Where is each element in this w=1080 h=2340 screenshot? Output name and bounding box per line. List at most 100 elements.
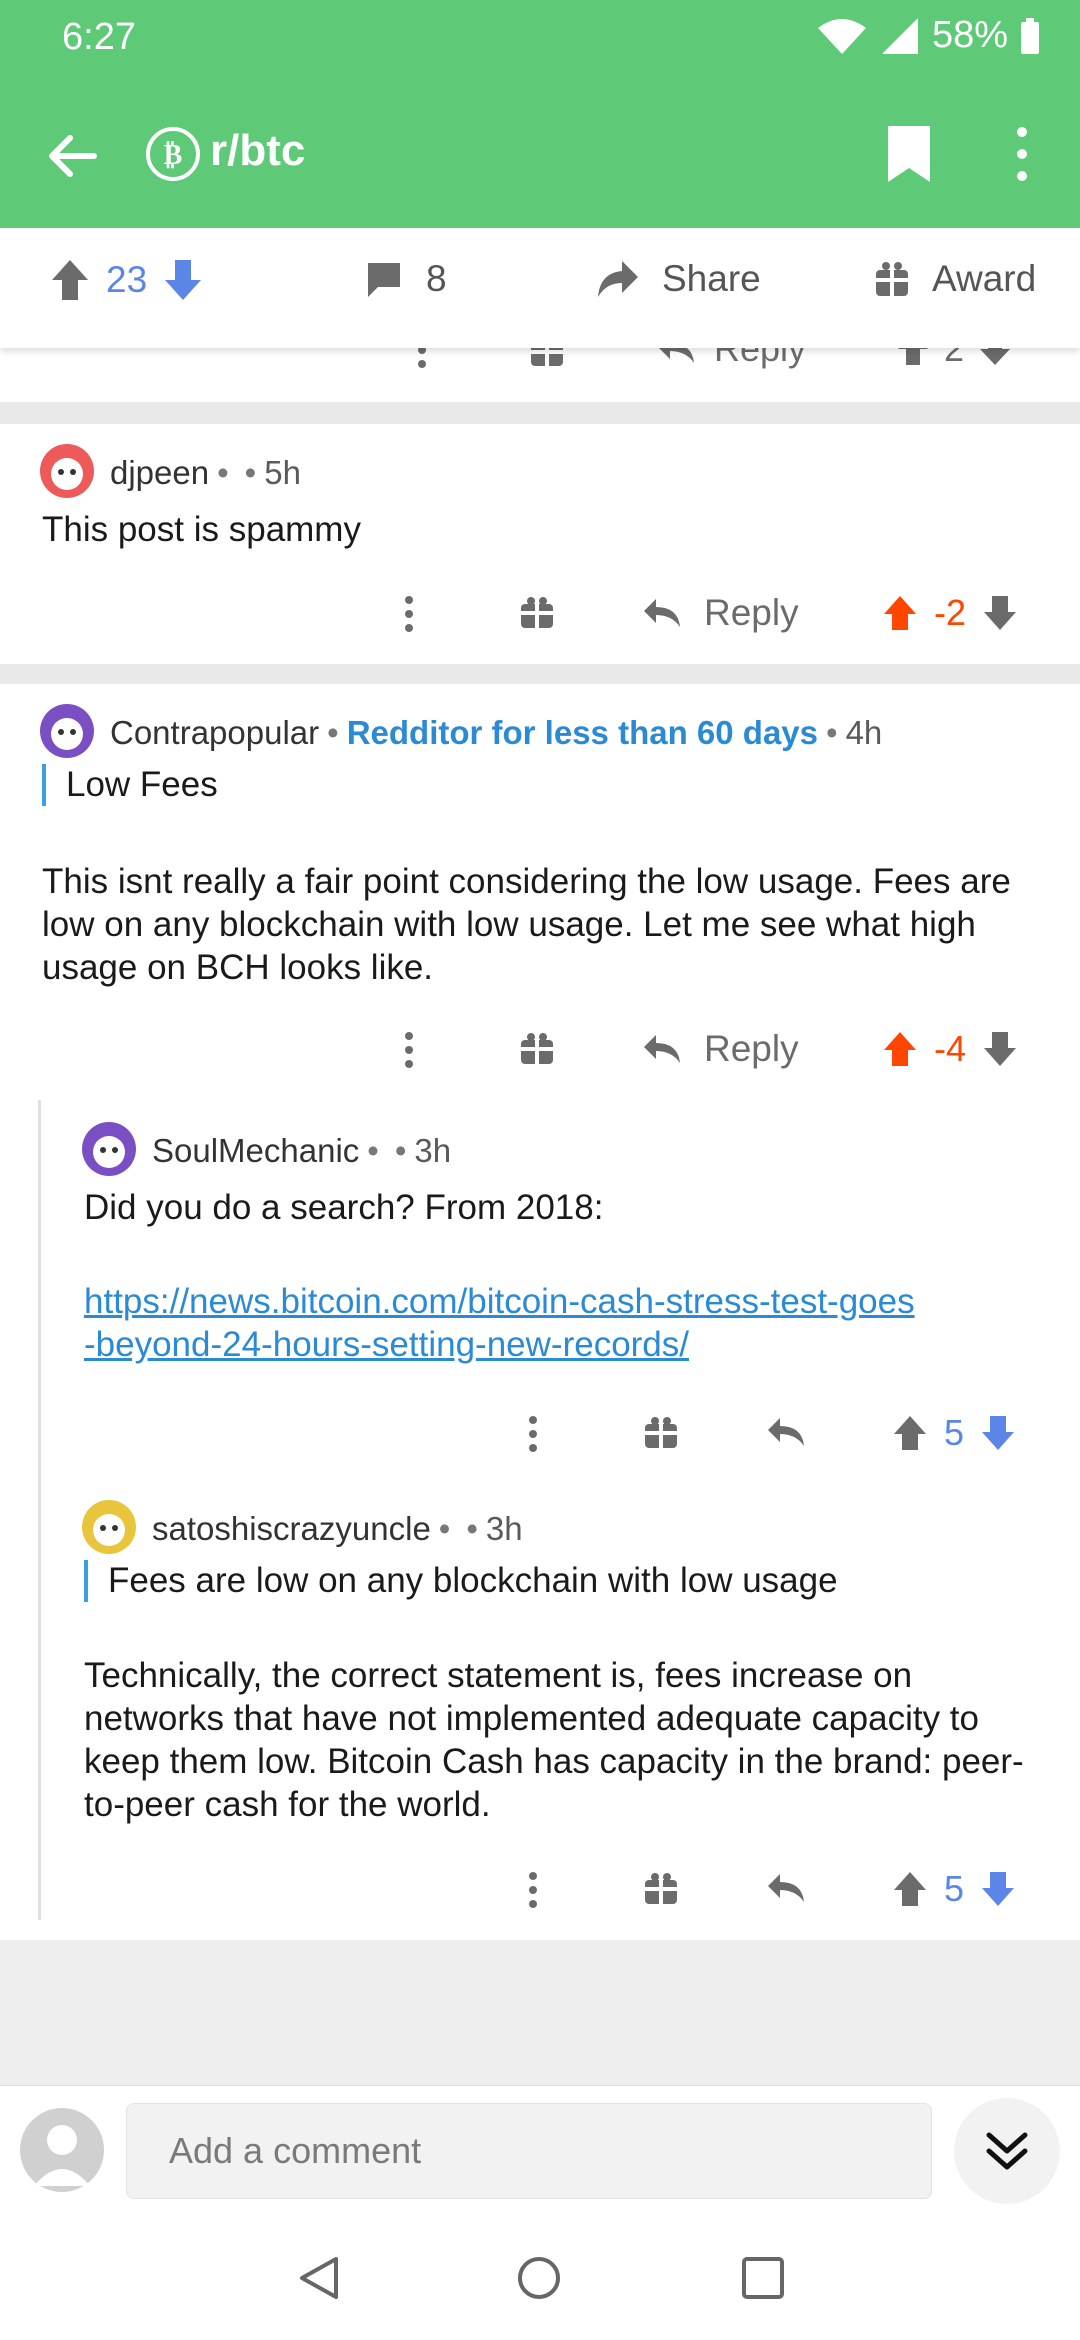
gift-icon[interactable]: [520, 1032, 554, 1066]
post-action-bar: 23 8 Share Award: [0, 228, 1080, 348]
comment: SoulMechanic • • 3h Did you do a search? …: [0, 1100, 1080, 1480]
comment-body: This isnt really a fair point considerin…: [42, 862, 1011, 987]
scroll-to-bottom-button[interactable]: [954, 2098, 1060, 2204]
battery-percent: 58%: [931, 14, 1008, 56]
divider: [0, 402, 1080, 424]
upvote-icon[interactable]: [50, 258, 90, 302]
reply-icon[interactable]: [766, 1870, 806, 1906]
reply-button[interactable]: Reply: [642, 1028, 799, 1070]
app-bar: ₿ r/btc: [0, 80, 1080, 228]
reply-button[interactable]: Reply: [642, 592, 799, 634]
comment-time: 3h: [485, 1510, 523, 1547]
award-label: Award: [932, 258, 1037, 299]
award-button[interactable]: Award: [874, 258, 1036, 300]
list-end-spacer: [0, 1940, 1080, 2085]
more-icon[interactable]: [526, 1414, 540, 1454]
vote-group: -4: [882, 1028, 1018, 1070]
comment-body: Did you do a search? From 2018:: [84, 1188, 604, 1227]
comment-score: 5: [944, 1412, 965, 1453]
downvote-icon[interactable]: [982, 594, 1018, 632]
home-nav-icon[interactable]: [516, 2255, 562, 2301]
comment-author[interactable]: djpeen: [110, 454, 209, 492]
status-bar: 6:27 58%: [0, 0, 1080, 80]
double-chevron-down-icon: [985, 2129, 1029, 2173]
reply-label: Reply: [704, 592, 799, 633]
post-vote-group: 23: [50, 258, 203, 302]
more-options-icon[interactable]: [1012, 124, 1032, 184]
reply-icon: [642, 1031, 682, 1067]
vote-group: 5: [892, 1868, 1016, 1910]
bookmark-icon[interactable]: [886, 124, 932, 184]
comment-score: -4: [934, 1028, 967, 1069]
upvote-icon[interactable]: [892, 1414, 928, 1452]
share-icon: [596, 259, 640, 299]
gift-icon[interactable]: [644, 1416, 678, 1450]
back-nav-icon[interactable]: [296, 2255, 342, 2301]
more-icon[interactable]: [402, 1030, 416, 1070]
reply-icon[interactable]: [766, 1414, 806, 1450]
comments-count-button[interactable]: 8: [364, 258, 447, 300]
gift-icon[interactable]: [644, 1872, 678, 1906]
comment-score: 5: [944, 1868, 965, 1909]
comment: Contrapopular • Redditor for less than 6…: [0, 684, 1080, 1084]
comment-composer: Add a comment: [0, 2085, 1080, 2215]
svg-text:₿: ₿: [164, 138, 183, 171]
more-icon[interactable]: [526, 1870, 540, 1910]
upvote-icon[interactable]: [882, 1030, 918, 1068]
back-arrow-icon[interactable]: [44, 128, 100, 184]
comment-actions: 5: [0, 1406, 1080, 1466]
comment-body: This post is spammy: [42, 510, 361, 549]
comment-author[interactable]: satoshiscrazyuncle: [152, 1510, 431, 1548]
comment-actions: 5: [0, 1862, 1080, 1922]
vote-group: 5: [892, 1412, 1016, 1454]
bitcoin-icon: ₿: [144, 125, 202, 183]
comment-author[interactable]: SoulMechanic: [152, 1132, 359, 1170]
downvote-icon[interactable]: [163, 258, 203, 302]
avatar[interactable]: [40, 444, 94, 498]
system-nav-bar: [0, 2215, 1080, 2340]
comment-meta: SoulMechanic • • 3h: [152, 1132, 452, 1170]
recents-nav-icon[interactable]: [740, 2255, 786, 2301]
subreddit-title[interactable]: r/btc: [210, 126, 305, 176]
comment-icon: [364, 259, 404, 299]
comment-body: Technically, the correct statement is, f…: [84, 1656, 1024, 1824]
reply-icon: [642, 595, 682, 631]
comment-author[interactable]: Contrapopular: [110, 714, 319, 752]
upvote-icon[interactable]: [892, 1870, 928, 1908]
vote-group: -2: [882, 592, 1018, 634]
comment-meta: satoshiscrazyuncle • • 3h: [152, 1510, 523, 1548]
signal-icon: [880, 16, 920, 56]
share-button[interactable]: Share: [596, 258, 761, 300]
gift-icon: [874, 260, 910, 298]
downvote-icon[interactable]: [980, 1870, 1016, 1908]
comment-time: 3h: [414, 1132, 452, 1169]
reply-label: Reply: [704, 1028, 799, 1069]
comment-input[interactable]: Add a comment: [126, 2103, 932, 2199]
user-flair: Redditor for less than 60 days: [346, 714, 819, 751]
more-icon[interactable]: [402, 594, 416, 634]
comment-score: -2: [934, 592, 967, 633]
comment-meta: Contrapopular • Redditor for less than 6…: [110, 714, 883, 752]
comment-time: 4h: [845, 714, 883, 751]
comment-quote: Low Fees: [42, 764, 218, 806]
avatar[interactable]: [20, 2108, 104, 2192]
avatar[interactable]: [82, 1500, 136, 1554]
comment-link[interactable]: https://news.bitcoin.com/bitcoin-cash-st…: [84, 1280, 915, 1323]
divider: [0, 664, 1080, 684]
wifi-icon: [816, 16, 868, 56]
comment: satoshiscrazyuncle • • 3h Fees are low on…: [0, 1480, 1080, 1930]
downvote-icon[interactable]: [980, 1414, 1016, 1452]
comments-count: 8: [426, 258, 447, 299]
comment-actions: Reply -2: [0, 586, 1080, 646]
comment-link[interactable]: -beyond-24-hours-setting-new-records/: [84, 1323, 689, 1366]
comment: djpeen • • 5h This post is spammy Reply -…: [0, 424, 1080, 664]
status-time: 6:27: [62, 16, 136, 58]
upvote-icon[interactable]: [882, 594, 918, 632]
comment-time: 5h: [264, 454, 301, 491]
gift-icon[interactable]: [520, 596, 554, 630]
comment-quote: Fees are low on any blockchain with low …: [84, 1560, 838, 1602]
comment-actions: Reply -4: [0, 1022, 1080, 1082]
downvote-icon[interactable]: [982, 1030, 1018, 1068]
avatar[interactable]: [82, 1122, 136, 1176]
avatar[interactable]: [40, 704, 94, 758]
